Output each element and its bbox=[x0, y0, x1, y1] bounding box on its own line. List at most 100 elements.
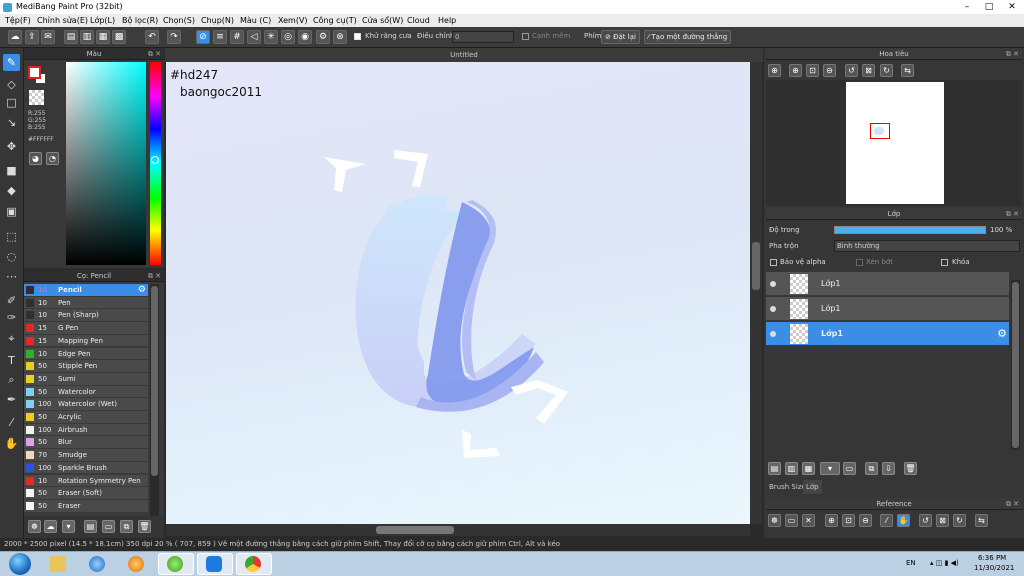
canvas-vertical-scrollbar[interactable] bbox=[750, 62, 762, 524]
panel-buttons-icon[interactable]: ⧉ ✕ bbox=[1006, 208, 1019, 220]
brush-item[interactable]: 15 G Pen bbox=[24, 322, 148, 335]
layer-row[interactable]: Lớp1 bbox=[766, 272, 1009, 296]
nav-zoom-in-icon[interactable]: ⊕ bbox=[768, 64, 781, 77]
menu-color[interactable]: Màu (C) bbox=[240, 14, 271, 27]
smooth-checkbox[interactable] bbox=[522, 33, 529, 40]
nav-zoom-icon[interactable]: ⊕ bbox=[789, 64, 802, 77]
menu-layer[interactable]: Lớp(L) bbox=[90, 14, 115, 27]
new-file-icon[interactable]: ▤ bbox=[64, 30, 78, 44]
canvas-horizontal-thumb[interactable] bbox=[376, 526, 454, 534]
tray-icons[interactable]: ▴ ◫ ▮ ◀) bbox=[930, 559, 959, 567]
language-indicator[interactable]: EN bbox=[906, 559, 916, 567]
eraser-tool-icon[interactable]: ◇ bbox=[3, 76, 20, 93]
nav-zoom-out-icon[interactable]: ⊖ bbox=[823, 64, 836, 77]
ref-fit-icon[interactable]: ⊡ bbox=[842, 514, 855, 527]
correction-select[interactable]: 0 bbox=[452, 31, 514, 43]
ref-open-icon[interactable]: ▭ bbox=[785, 514, 798, 527]
menu-edit[interactable]: Chỉnh sửa(E) bbox=[37, 14, 88, 27]
snap-cross-icon[interactable]: # bbox=[230, 30, 244, 44]
brush-copy-icon[interactable]: ⧉ bbox=[120, 520, 133, 533]
ref-zoom-out-icon[interactable]: ⊖ bbox=[859, 514, 872, 527]
brush-item[interactable]: 50 Acrylic bbox=[24, 411, 148, 424]
clock-time[interactable]: 6:36 PM bbox=[978, 554, 1006, 562]
menu-filter[interactable]: Bộ lọc(R) bbox=[122, 14, 158, 27]
brush-item[interactable]: 100 Watercolor (Wet) bbox=[24, 398, 148, 411]
brush-item[interactable]: 100 Sparkle Brush bbox=[24, 461, 148, 475]
undo-icon[interactable]: ↶ bbox=[145, 30, 159, 44]
brush-item[interactable]: 50 Watercolor bbox=[24, 385, 148, 399]
transparent-color-swatch[interactable] bbox=[29, 90, 44, 105]
hand-tool-icon[interactable]: ✋ bbox=[3, 435, 20, 452]
brush-delete-icon[interactable]: 🗑 bbox=[138, 520, 151, 533]
pen-tool-icon[interactable]: ↘ bbox=[3, 114, 20, 131]
brush-settings-gear-icon[interactable]: ⚙ bbox=[138, 284, 146, 296]
brush-item[interactable]: 10 Edge Pen bbox=[24, 347, 148, 361]
brush-item[interactable]: 50 Blur bbox=[24, 436, 148, 450]
nav-rotate-right-icon[interactable]: ↻ bbox=[880, 64, 893, 77]
brush-item[interactable]: 70 Smudge bbox=[24, 449, 148, 462]
brush-item[interactable]: 10 Pen bbox=[24, 296, 148, 310]
saturation-value-picker[interactable] bbox=[66, 62, 146, 265]
brush-add-icon[interactable]: ▾ bbox=[62, 520, 75, 533]
navigator-viewport-rect[interactable] bbox=[870, 123, 890, 139]
foreground-color-swatch[interactable] bbox=[28, 66, 41, 79]
panel-buttons-icon[interactable]: ⧉ ✕ bbox=[148, 270, 161, 282]
select-pen-tool-icon[interactable]: ✐ bbox=[3, 292, 20, 309]
select-tool-icon[interactable]: ⬚ bbox=[3, 228, 20, 245]
snap-parallel-icon[interactable]: ≡ bbox=[213, 30, 227, 44]
snap-config-icon[interactable]: ⊛ bbox=[333, 30, 347, 44]
ref-menu-icon[interactable]: ☸ bbox=[768, 514, 781, 527]
save-icon[interactable]: ▦ bbox=[96, 30, 110, 44]
grid-icon[interactable]: ▩ bbox=[112, 30, 126, 44]
maximize-button[interactable]: □ bbox=[978, 0, 1000, 14]
dot-tool-icon[interactable]: □ bbox=[3, 94, 20, 111]
palette-icon[interactable]: ◕ bbox=[29, 152, 42, 165]
panel-buttons-icon[interactable]: ⧉ ✕ bbox=[1006, 48, 1019, 60]
visibility-icon[interactable] bbox=[770, 281, 776, 287]
canvas-tab[interactable]: Untitled bbox=[165, 48, 763, 62]
brush-item[interactable]: 50 Stipple Pen bbox=[24, 360, 148, 373]
text-tool-icon[interactable]: T bbox=[3, 352, 20, 369]
brush-item[interactable]: 10 Pencil ⚙ bbox=[24, 284, 148, 297]
gradient-tool-icon[interactable]: ▣ bbox=[3, 203, 20, 220]
panel-buttons-icon[interactable]: ⧉ ✕ bbox=[1006, 498, 1019, 510]
merge-layer-icon[interactable]: ⇩ bbox=[882, 462, 895, 475]
menu-help[interactable]: Help bbox=[438, 14, 456, 27]
brush-item[interactable]: 50 Sumi bbox=[24, 372, 148, 386]
tab-layer[interactable]: Lớp bbox=[803, 480, 822, 494]
ref-zoom-in-icon[interactable]: ⊕ bbox=[825, 514, 838, 527]
nav-rotate-left-icon[interactable]: ↺ bbox=[845, 64, 858, 77]
panel-buttons-icon[interactable]: ⧉ ✕ bbox=[148, 48, 161, 60]
menu-view[interactable]: Xem(V) bbox=[278, 14, 308, 27]
brush-item[interactable]: 10 Pen (Sharp) bbox=[24, 309, 148, 323]
brush-menu-icon[interactable]: ☸ bbox=[28, 520, 41, 533]
ref-rotate-left-icon[interactable]: ↺ bbox=[919, 514, 932, 527]
brush-item[interactable]: 100 Airbrush bbox=[24, 423, 148, 437]
layer-row[interactable]: Lớp1 bbox=[766, 297, 1009, 321]
brush-item[interactable]: 50 Eraser bbox=[24, 499, 148, 513]
menu-snap[interactable]: Chụp(N) bbox=[201, 14, 234, 27]
cloud-icon[interactable]: ☁ bbox=[8, 30, 22, 44]
snap-settings-icon[interactable]: ⚙ bbox=[316, 30, 330, 44]
snap-vanish-icon[interactable]: ◁ bbox=[247, 30, 261, 44]
antialias-checkbox[interactable] bbox=[354, 33, 361, 40]
ref-dropper-icon[interactable]: ⁄ bbox=[880, 514, 893, 527]
layer-folder-icon[interactable]: ▭ bbox=[843, 462, 856, 475]
brush-item[interactable]: 50 Eraser (Soft) bbox=[24, 487, 148, 500]
nav-fit-icon[interactable]: ⊡ bbox=[806, 64, 819, 77]
blend-mode-select[interactable]: Bình thường bbox=[834, 240, 1020, 252]
new-8bit-layer-icon[interactable]: ▦ bbox=[802, 462, 815, 475]
visibility-icon[interactable] bbox=[770, 306, 776, 312]
selection-tool-icon[interactable]: ⌖ bbox=[3, 330, 20, 347]
hue-cursor[interactable] bbox=[151, 156, 159, 164]
redo-icon[interactable]: ↷ bbox=[167, 30, 181, 44]
ref-rotate-right-icon[interactable]: ↻ bbox=[953, 514, 966, 527]
open-file-icon[interactable]: ▥ bbox=[80, 30, 94, 44]
opacity-slider[interactable] bbox=[834, 226, 986, 234]
lock-checkbox[interactable] bbox=[941, 259, 948, 266]
add-layer-menu-icon[interactable]: ▾ bbox=[820, 462, 840, 475]
menu-select[interactable]: Chọn(S) bbox=[163, 14, 195, 27]
start-button-icon[interactable] bbox=[9, 553, 31, 575]
snap-curve-icon[interactable]: ◉ bbox=[298, 30, 312, 44]
magic-wand-tool-icon[interactable]: ⋯ bbox=[3, 268, 20, 285]
